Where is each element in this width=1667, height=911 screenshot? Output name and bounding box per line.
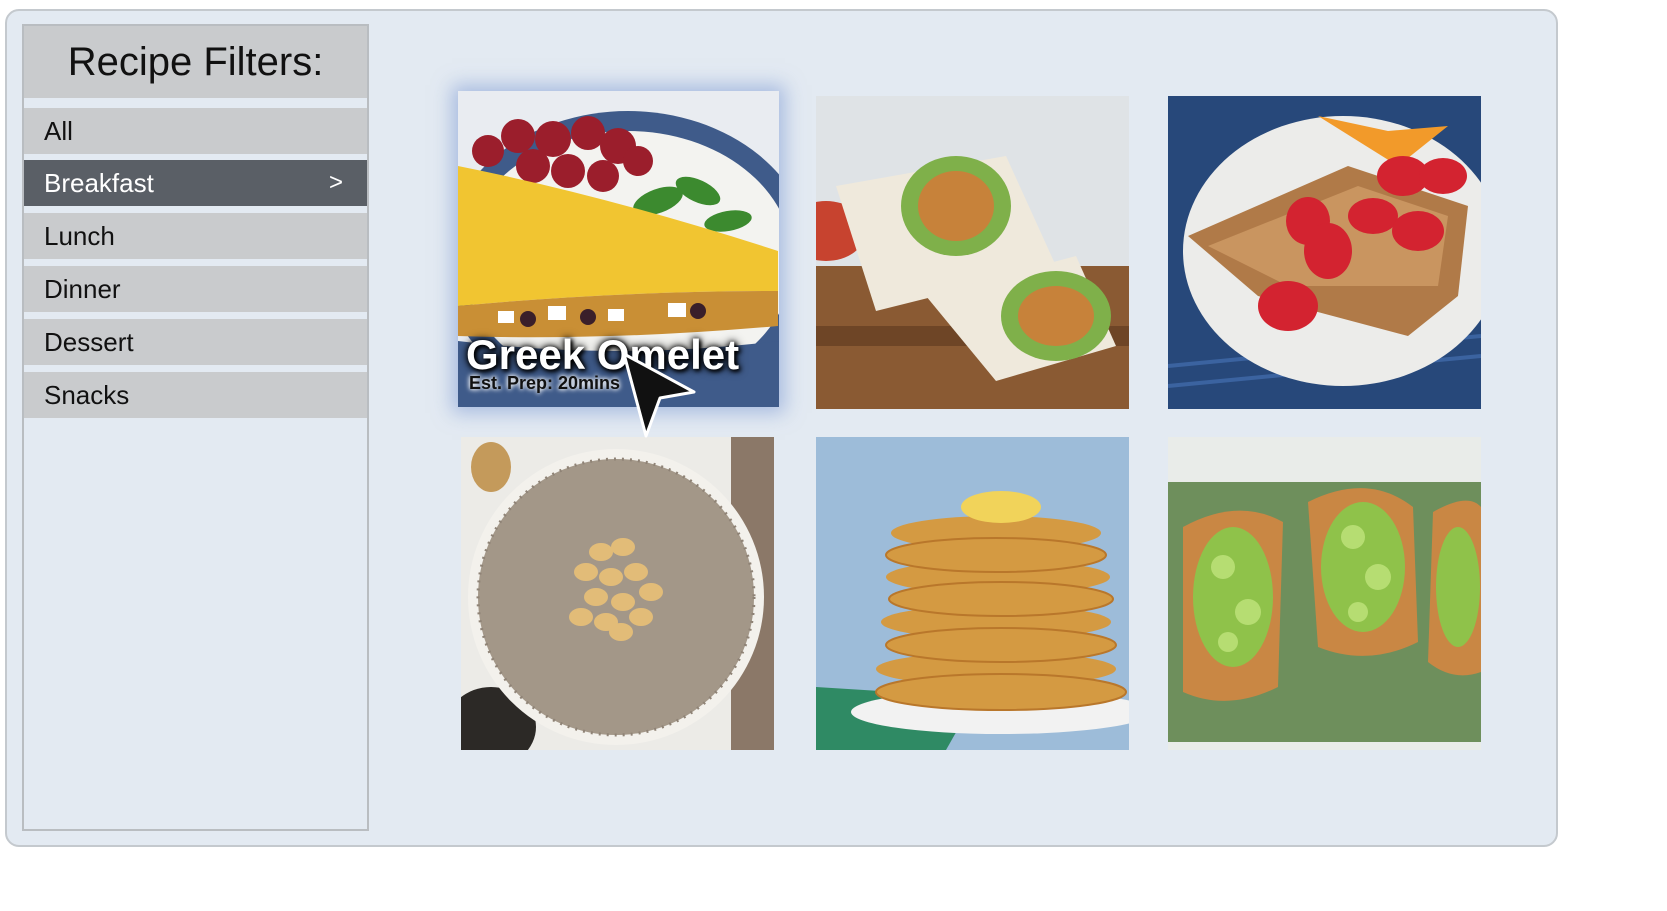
filter-item-label: Breakfast [44, 167, 154, 198]
recipe-filter-sidebar: Recipe Filters: All Breakfast > Lunch Di… [22, 24, 369, 831]
filter-item-snacks[interactable]: Snacks [24, 372, 367, 418]
filter-item-dinner[interactable]: Dinner [24, 266, 367, 312]
filter-item-label: Snacks [44, 379, 130, 410]
recipe-tile-greek-omelet[interactable]: Greek Omelet Est. Prep: 20mins [458, 91, 779, 407]
recipe-tile-chia-oatmeal[interactable] [461, 437, 774, 750]
chia-oatmeal-peanuts-photo [461, 437, 774, 750]
filter-item-all[interactable]: All [24, 108, 367, 154]
chevron-right-icon: > [328, 169, 343, 196]
recipe-tile-french-toast[interactable] [1168, 96, 1481, 409]
avocado-toast-photo [1168, 437, 1481, 750]
recipe-prep-time: Est. Prep: 20mins [469, 373, 621, 393]
recipe-title: Greek Omelet [466, 331, 740, 378]
filter-item-label: All [44, 115, 73, 146]
recipe-tile-pancakes[interactable] [816, 437, 1129, 750]
french-toast-strawberries-photo [1168, 96, 1481, 409]
recipe-tile-chicken-wrap[interactable] [816, 96, 1129, 409]
recipe-tile-avocado-toast[interactable] [1168, 437, 1481, 750]
filter-item-lunch[interactable]: Lunch [24, 213, 367, 259]
sidebar-title: Recipe Filters: [24, 26, 367, 98]
filter-item-label: Dessert [44, 326, 134, 357]
filter-item-label: Dinner [44, 273, 121, 304]
pancake-stack-photo [816, 437, 1129, 750]
filter-item-dessert[interactable]: Dessert [24, 319, 367, 365]
filter-item-breakfast[interactable]: Breakfast > [24, 160, 367, 206]
filter-item-label: Lunch [44, 220, 115, 251]
chicken-wrap-photo [816, 96, 1129, 409]
